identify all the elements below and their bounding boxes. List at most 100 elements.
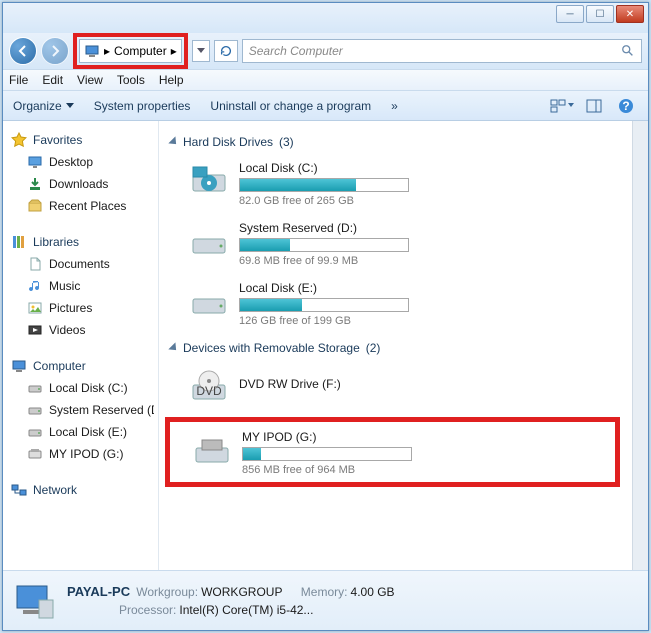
menu-view[interactable]: View: [77, 73, 103, 87]
sidebar-item-pictures[interactable]: Pictures: [7, 297, 154, 319]
navigation-pane: Favorites Desktop Downloads Recent Place…: [3, 121, 159, 570]
capacity-fill: [240, 299, 302, 311]
close-button[interactable]: ✕: [616, 5, 644, 23]
sidebar-item-desktop[interactable]: Desktop: [7, 151, 154, 173]
breadcrumb-sep: ▸: [171, 44, 177, 58]
system-properties-button[interactable]: System properties: [94, 99, 191, 113]
removable-drive-icon: [27, 446, 43, 462]
sidebar-item-label: Desktop: [49, 155, 93, 169]
sidebar-item-label: MY IPOD (G:): [49, 447, 123, 461]
back-button[interactable]: [9, 37, 37, 65]
details-text: PAYAL-PC Workgroup: WORKGROUP Memory: 4.…: [67, 582, 395, 620]
hdd-large-icon: [189, 221, 229, 261]
preview-pane-icon: [586, 99, 602, 113]
search-placeholder: Search Computer: [249, 44, 343, 58]
refresh-icon: [219, 44, 233, 58]
removable-section-header[interactable]: Devices with Removable Storage (2): [171, 341, 620, 355]
sidebar-item-local-e[interactable]: Local Disk (E:): [7, 421, 154, 443]
explorer-window: ─ ☐ ✕ ▸ Computer ▸ Search Computer: [2, 2, 649, 631]
sidebar-item-label: Recent Places: [49, 199, 126, 213]
breadcrumb-sep: ▸: [104, 44, 110, 58]
breadcrumb-item[interactable]: Computer: [114, 44, 167, 58]
svg-text:?: ?: [622, 99, 629, 113]
back-arrow-icon: [15, 43, 31, 59]
preview-pane-button[interactable]: [582, 96, 606, 116]
command-bar: Organize System properties Uninstall or …: [3, 91, 648, 121]
toolbar-overflow[interactable]: »: [391, 99, 398, 113]
capacity-bar: [242, 447, 412, 461]
details-computer-name: PAYAL-PC: [67, 584, 130, 599]
sidebar-item-label: Music: [49, 279, 80, 293]
desktop-icon: [27, 154, 43, 170]
view-options-button[interactable]: [550, 96, 574, 116]
drive-name: Local Disk (C:): [239, 161, 439, 175]
content-pane: Hard Disk Drives (3) Local Disk (C:) 82.…: [159, 121, 632, 570]
star-icon: [11, 132, 27, 148]
section-count: (3): [279, 135, 294, 149]
organize-button[interactable]: Organize: [13, 99, 74, 113]
dvd-drive-icon: DVD: [189, 367, 229, 407]
organize-label: Organize: [13, 99, 62, 113]
sidebar-item-downloads[interactable]: Downloads: [7, 173, 154, 195]
libraries-group: Libraries Documents Music Pictures Video…: [7, 231, 154, 341]
hdd-section-header[interactable]: Hard Disk Drives (3): [171, 135, 620, 149]
address-dropdown-button[interactable]: [192, 40, 210, 62]
computer-header[interactable]: Computer: [7, 355, 154, 377]
help-button[interactable]: ?: [614, 96, 638, 116]
drive-item-dvd[interactable]: DVD DVD RW Drive (F:): [171, 363, 620, 417]
address-annotation-box: ▸ Computer ▸: [73, 33, 188, 69]
capacity-fill: [240, 179, 356, 191]
details-pane: PAYAL-PC Workgroup: WORKGROUP Memory: 4.…: [3, 570, 648, 630]
favorites-group: Favorites Desktop Downloads Recent Place…: [7, 129, 154, 217]
drive-item-d[interactable]: System Reserved (D:) 69.8 MB free of 99.…: [171, 217, 620, 277]
removable-drive-large-icon: [192, 430, 232, 470]
capacity-bar: [239, 238, 409, 252]
network-icon: [11, 482, 27, 498]
search-box[interactable]: Search Computer: [242, 39, 642, 63]
drive-name: Local Disk (E:): [239, 281, 439, 295]
refresh-button[interactable]: [214, 40, 238, 62]
menu-help[interactable]: Help: [159, 73, 184, 87]
sidebar-item-videos[interactable]: Videos: [7, 319, 154, 341]
drive-name: System Reserved (D:): [239, 221, 439, 235]
sidebar-item-recent[interactable]: Recent Places: [7, 195, 154, 217]
details-memory-value: 4.00 GB: [351, 585, 395, 599]
address-bar[interactable]: ▸ Computer ▸: [79, 39, 182, 63]
forward-button[interactable]: [41, 37, 69, 65]
drive-item-ipod[interactable]: MY IPOD (G:) 856 MB free of 964 MB: [174, 426, 611, 478]
ipod-annotation-box: MY IPOD (G:) 856 MB free of 964 MB: [165, 417, 620, 487]
network-header[interactable]: Network: [7, 479, 154, 501]
nav-row: ▸ Computer ▸ Search Computer: [3, 33, 648, 69]
documents-icon: [27, 256, 43, 272]
scrollbar[interactable]: [632, 121, 648, 570]
favorites-header[interactable]: Favorites: [7, 129, 154, 151]
body: Favorites Desktop Downloads Recent Place…: [3, 121, 648, 570]
sidebar-item-music[interactable]: Music: [7, 275, 154, 297]
minimize-button[interactable]: ─: [556, 5, 584, 23]
sidebar-item-local-c[interactable]: Local Disk (C:): [7, 377, 154, 399]
drive-item-e[interactable]: Local Disk (E:) 126 GB free of 199 GB: [171, 277, 620, 337]
details-workgroup-label: Workgroup:: [136, 585, 198, 599]
uninstall-program-button[interactable]: Uninstall or change a program: [210, 99, 371, 113]
forward-arrow-icon: [47, 43, 63, 59]
menu-tools[interactable]: Tools: [117, 73, 145, 87]
menu-edit[interactable]: Edit: [42, 73, 63, 87]
drive-name: MY IPOD (G:): [242, 430, 442, 444]
hdd-icon: [27, 424, 43, 440]
videos-icon: [27, 322, 43, 338]
maximize-button[interactable]: ☐: [586, 5, 614, 23]
sidebar-item-system-d[interactable]: System Reserved (D:): [7, 399, 154, 421]
menu-file[interactable]: File: [9, 73, 28, 87]
libraries-header[interactable]: Libraries: [7, 231, 154, 253]
details-processor-value: Intel(R) Core(TM) i5-42...: [179, 603, 313, 617]
uninstall-label: Uninstall or change a program: [210, 99, 371, 113]
favorites-label: Favorites: [33, 133, 82, 147]
computer-large-icon: [13, 580, 55, 622]
sidebar-item-label: Downloads: [49, 177, 108, 191]
sidebar-item-ipod-g[interactable]: MY IPOD (G:): [7, 443, 154, 465]
drive-item-c[interactable]: Local Disk (C:) 82.0 GB free of 265 GB: [171, 157, 620, 217]
computer-group: Computer Local Disk (C:) System Reserved…: [7, 355, 154, 465]
sidebar-item-documents[interactable]: Documents: [7, 253, 154, 275]
pictures-icon: [27, 300, 43, 316]
sidebar-item-label: Documents: [49, 257, 110, 271]
